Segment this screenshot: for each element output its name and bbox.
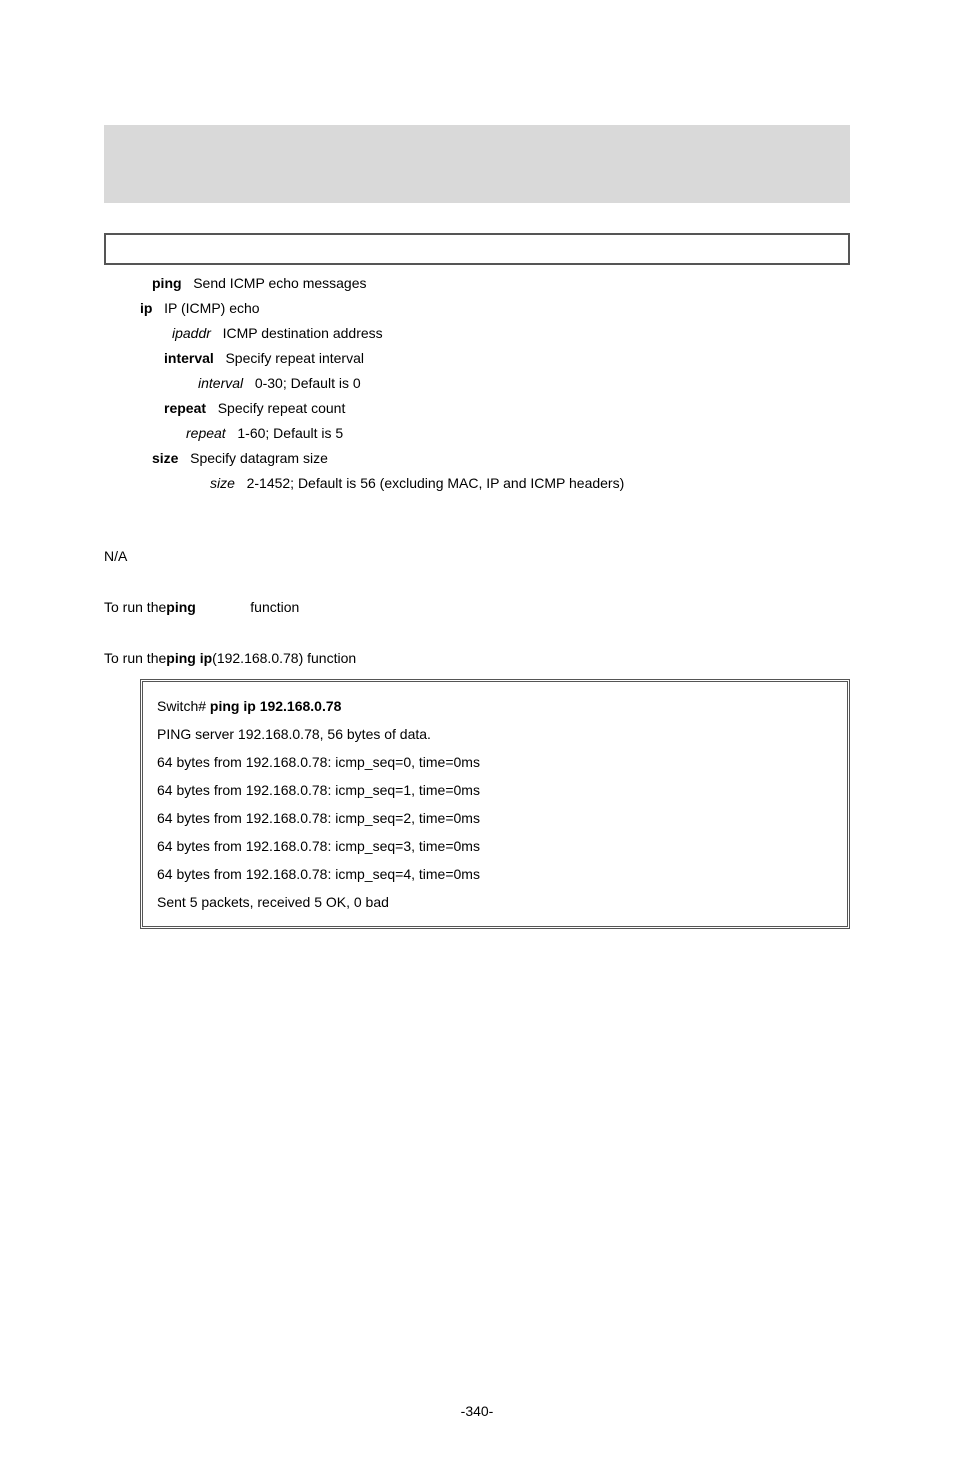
example-pingword2: ping ip bbox=[166, 648, 212, 669]
usage-post: function bbox=[250, 597, 299, 618]
desc-sizeval: 2-1452; Default is 56 (excluding MAC, IP… bbox=[247, 473, 625, 494]
desc-size: Specify datagram size bbox=[190, 448, 328, 469]
console-output: Switch# ping ip 192.168.0.78 PING server… bbox=[140, 679, 850, 929]
desc-ip: IP (ICMP) echo bbox=[164, 298, 259, 319]
na-text: N/A bbox=[104, 546, 127, 567]
command-title-box bbox=[104, 233, 850, 265]
label-size: size bbox=[152, 448, 190, 469]
label-ping: ping bbox=[152, 273, 193, 294]
label-ipaddr: ipaddr bbox=[172, 323, 223, 344]
desc-repeat: Specify repeat count bbox=[218, 398, 346, 419]
desc-ping: Send ICMP echo messages bbox=[193, 273, 366, 294]
desc-intval: 0-30; Default is 0 bbox=[255, 373, 361, 394]
usage-pingword1: ping bbox=[166, 597, 250, 618]
usage-pre: To run the bbox=[104, 597, 166, 618]
out-l5: 64 bytes from 192.168.0.78: icmp_seq=3, … bbox=[157, 832, 833, 860]
label-sizeval: size bbox=[210, 473, 247, 494]
desc-interval: Specify repeat interval bbox=[225, 348, 364, 369]
out-l1: PING server 192.168.0.78, 56 bytes of da… bbox=[157, 720, 833, 748]
example-pre: To run the bbox=[104, 648, 166, 669]
out-l2: 64 bytes from 192.168.0.78: icmp_seq=0, … bbox=[157, 748, 833, 776]
desc-ipaddr: ICMP destination address bbox=[223, 323, 383, 344]
label-repval: repeat bbox=[186, 423, 237, 444]
out-l0a: Switch# bbox=[157, 698, 210, 714]
out-l4: 64 bytes from 192.168.0.78: icmp_seq=2, … bbox=[157, 804, 833, 832]
label-intval: interval bbox=[198, 373, 255, 394]
desc-repval: 1-60; Default is 5 bbox=[237, 423, 343, 444]
label-interval: interval bbox=[164, 348, 225, 369]
out-l6: 64 bytes from 192.168.0.78: icmp_seq=4, … bbox=[157, 860, 833, 888]
label-repeat: repeat bbox=[164, 398, 218, 419]
out-l7: Sent 5 packets, received 5 OK, 0 bad bbox=[157, 888, 833, 916]
page-header-banner bbox=[104, 125, 850, 203]
out-l3: 64 bytes from 192.168.0.78: icmp_seq=1, … bbox=[157, 776, 833, 804]
example-mid: (192.168.0.78) function bbox=[212, 648, 356, 669]
page-number: -340- bbox=[0, 1403, 954, 1419]
out-l0b: ping ip 192.168.0.78 bbox=[210, 698, 342, 714]
label-ip: ip bbox=[140, 298, 164, 319]
